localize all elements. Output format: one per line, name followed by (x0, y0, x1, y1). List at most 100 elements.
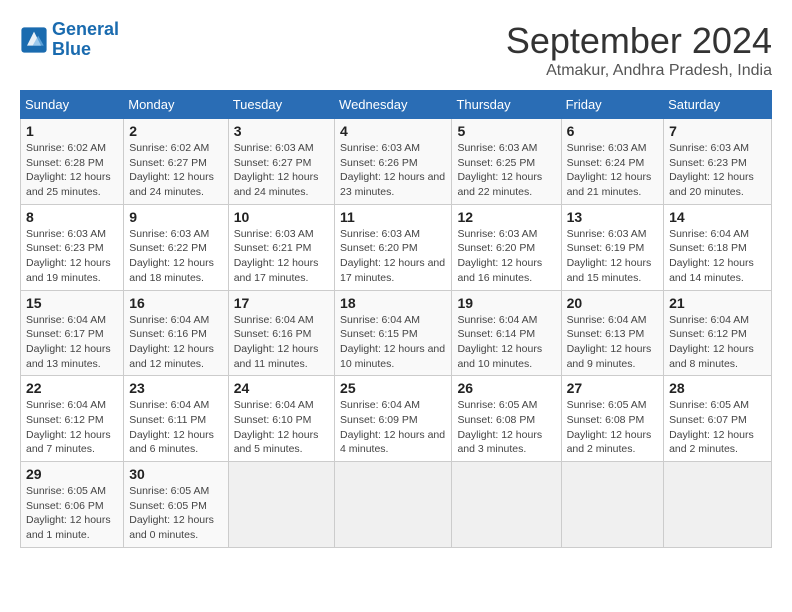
day-info: Sunrise: 6:05 AMSunset: 6:07 PMDaylight:… (669, 398, 766, 457)
day-number: 13 (567, 209, 659, 225)
day-number: 20 (567, 295, 659, 311)
calendar-day-cell (335, 462, 452, 548)
day-info: Sunrise: 6:05 AMSunset: 6:08 PMDaylight:… (457, 398, 555, 457)
calendar-day-cell: 21 Sunrise: 6:04 AMSunset: 6:12 PMDayligh… (664, 290, 772, 376)
day-number: 27 (567, 380, 659, 396)
day-info: Sunrise: 6:03 AMSunset: 6:27 PMDaylight:… (234, 141, 329, 200)
calendar-day-cell: 23Sunrise: 6:04 AMSunset: 6:11 PMDayligh… (124, 376, 228, 462)
day-info: Sunrise: 6:04 AMSunset: 6:12 PMDaylight:… (669, 313, 766, 372)
calendar-day-cell: 1Sunrise: 6:02 AMSunset: 6:28 PMDaylight… (21, 119, 124, 205)
calendar-day-cell: 9 Sunrise: 6:03 AMSunset: 6:22 PMDaylight… (124, 204, 228, 290)
calendar-table: Sunday Monday Tuesday Wednesday Thursday… (20, 90, 772, 548)
day-info: Sunrise: 6:03 AMSunset: 6:19 PMDaylight:… (567, 227, 659, 286)
day-info: Sunrise: 6:05 AMSunset: 6:08 PMDaylight:… (567, 398, 659, 457)
day-number: 7 (669, 123, 766, 139)
calendar-header-row: Sunday Monday Tuesday Wednesday Thursday… (21, 91, 772, 119)
day-info: Sunrise: 6:03 AMSunset: 6:21 PMDaylight:… (234, 227, 329, 286)
day-info: Sunrise: 6:03 AMSunset: 6:23 PMDaylight:… (26, 227, 118, 286)
day-info: Sunrise: 6:04 AMSunset: 6:12 PMDaylight:… (26, 398, 118, 457)
logo: General Blue (20, 20, 119, 60)
calendar-day-cell: 5 Sunrise: 6:03 AMSunset: 6:25 PMDaylight… (452, 119, 561, 205)
day-info: Sunrise: 6:03 AMSunset: 6:20 PMDaylight:… (457, 227, 555, 286)
day-number: 18 (340, 295, 446, 311)
col-wednesday: Wednesday (335, 91, 452, 119)
calendar-day-cell: 26 Sunrise: 6:05 AMSunset: 6:08 PMDayligh… (452, 376, 561, 462)
day-number: 6 (567, 123, 659, 139)
calendar-week-row: 8 Sunrise: 6:03 AMSunset: 6:23 PMDaylight… (21, 204, 772, 290)
location-title: Atmakur, Andhra Pradesh, India (506, 62, 772, 80)
day-info: Sunrise: 6:04 AMSunset: 6:15 PMDaylight:… (340, 313, 446, 372)
calendar-day-cell: 13 Sunrise: 6:03 AMSunset: 6:19 PMDayligh… (561, 204, 664, 290)
day-number: 16 (129, 295, 222, 311)
col-saturday: Saturday (664, 91, 772, 119)
day-number: 4 (340, 123, 446, 139)
col-monday: Monday (124, 91, 228, 119)
calendar-day-cell: 16 Sunrise: 6:04 AMSunset: 6:16 PMDayligh… (124, 290, 228, 376)
day-number: 8 (26, 209, 118, 225)
day-number: 12 (457, 209, 555, 225)
calendar-day-cell (561, 462, 664, 548)
calendar-day-cell: 3 Sunrise: 6:03 AMSunset: 6:27 PMDaylight… (228, 119, 334, 205)
calendar-day-cell: 29Sunrise: 6:05 AMSunset: 6:06 PMDayligh… (21, 462, 124, 548)
day-info: Sunrise: 6:04 AMSunset: 6:16 PMDaylight:… (129, 313, 222, 372)
day-number: 1 (26, 123, 118, 139)
day-number: 5 (457, 123, 555, 139)
calendar-day-cell: 24Sunrise: 6:04 AMSunset: 6:10 PMDayligh… (228, 376, 334, 462)
day-info: Sunrise: 6:03 AMSunset: 6:20 PMDaylight:… (340, 227, 446, 286)
col-friday: Friday (561, 91, 664, 119)
calendar-day-cell: 7Sunrise: 6:03 AMSunset: 6:23 PMDaylight… (664, 119, 772, 205)
day-number: 17 (234, 295, 329, 311)
day-info: Sunrise: 6:02 AMSunset: 6:27 PMDaylight:… (129, 141, 222, 200)
calendar-day-cell (664, 462, 772, 548)
day-number: 10 (234, 209, 329, 225)
calendar-day-cell: 17 Sunrise: 6:04 AMSunset: 6:16 PMDayligh… (228, 290, 334, 376)
day-info: Sunrise: 6:03 AMSunset: 6:25 PMDaylight:… (457, 141, 555, 200)
calendar-day-cell: 18 Sunrise: 6:04 AMSunset: 6:15 PMDayligh… (335, 290, 452, 376)
day-number: 14 (669, 209, 766, 225)
calendar-week-row: 22 Sunrise: 6:04 AMSunset: 6:12 PMDayligh… (21, 376, 772, 462)
calendar-day-cell: 27 Sunrise: 6:05 AMSunset: 6:08 PMDayligh… (561, 376, 664, 462)
calendar-day-cell: 19 Sunrise: 6:04 AMSunset: 6:14 PMDayligh… (452, 290, 561, 376)
calendar-day-cell: 11 Sunrise: 6:03 AMSunset: 6:20 PMDayligh… (335, 204, 452, 290)
calendar-day-cell: 15Sunrise: 6:04 AMSunset: 6:17 PMDayligh… (21, 290, 124, 376)
day-info: Sunrise: 6:04 AMSunset: 6:16 PMDaylight:… (234, 313, 329, 372)
day-info: Sunrise: 6:04 AMSunset: 6:18 PMDaylight:… (669, 227, 766, 286)
col-thursday: Thursday (452, 91, 561, 119)
day-number: 3 (234, 123, 329, 139)
day-info: Sunrise: 6:04 AMSunset: 6:17 PMDaylight:… (26, 313, 118, 372)
calendar-week-row: 15Sunrise: 6:04 AMSunset: 6:17 PMDayligh… (21, 290, 772, 376)
calendar-day-cell: 14 Sunrise: 6:04 AMSunset: 6:18 PMDayligh… (664, 204, 772, 290)
day-info: Sunrise: 6:04 AMSunset: 6:10 PMDaylight:… (234, 398, 329, 457)
calendar-day-cell: 10 Sunrise: 6:03 AMSunset: 6:21 PMDayligh… (228, 204, 334, 290)
day-info: Sunrise: 6:05 AMSunset: 6:05 PMDaylight:… (129, 484, 222, 543)
day-info: Sunrise: 6:04 AMSunset: 6:09 PMDaylight:… (340, 398, 446, 457)
logo-icon (20, 26, 48, 54)
calendar-day-cell (228, 462, 334, 548)
day-number: 9 (129, 209, 222, 225)
calendar-day-cell: 2Sunrise: 6:02 AMSunset: 6:27 PMDaylight… (124, 119, 228, 205)
day-number: 19 (457, 295, 555, 311)
day-number: 28 (669, 380, 766, 396)
day-number: 22 (26, 380, 118, 396)
calendar-day-cell: 25 Sunrise: 6:04 AMSunset: 6:09 PMDayligh… (335, 376, 452, 462)
day-number: 30 (129, 466, 222, 482)
day-number: 11 (340, 209, 446, 225)
calendar-day-cell (452, 462, 561, 548)
calendar-day-cell: 22 Sunrise: 6:04 AMSunset: 6:12 PMDayligh… (21, 376, 124, 462)
calendar-day-cell: 20Sunrise: 6:04 AMSunset: 6:13 PMDayligh… (561, 290, 664, 376)
day-number: 25 (340, 380, 446, 396)
month-title: September 2024 (506, 20, 772, 62)
col-tuesday: Tuesday (228, 91, 334, 119)
day-info: Sunrise: 6:04 AMSunset: 6:14 PMDaylight:… (457, 313, 555, 372)
calendar-week-row: 1Sunrise: 6:02 AMSunset: 6:28 PMDaylight… (21, 119, 772, 205)
calendar-day-cell: 28 Sunrise: 6:05 AMSunset: 6:07 PMDayligh… (664, 376, 772, 462)
day-number: 29 (26, 466, 118, 482)
col-sunday: Sunday (21, 91, 124, 119)
title-block: September 2024 Atmakur, Andhra Pradesh, … (506, 20, 772, 80)
calendar-day-cell: 6 Sunrise: 6:03 AMSunset: 6:24 PMDaylight… (561, 119, 664, 205)
day-info: Sunrise: 6:03 AMSunset: 6:22 PMDaylight:… (129, 227, 222, 286)
day-number: 21 (669, 295, 766, 311)
day-info: Sunrise: 6:03 AMSunset: 6:24 PMDaylight:… (567, 141, 659, 200)
day-number: 26 (457, 380, 555, 396)
calendar-day-cell: 30 Sunrise: 6:05 AMSunset: 6:05 PMDayligh… (124, 462, 228, 548)
